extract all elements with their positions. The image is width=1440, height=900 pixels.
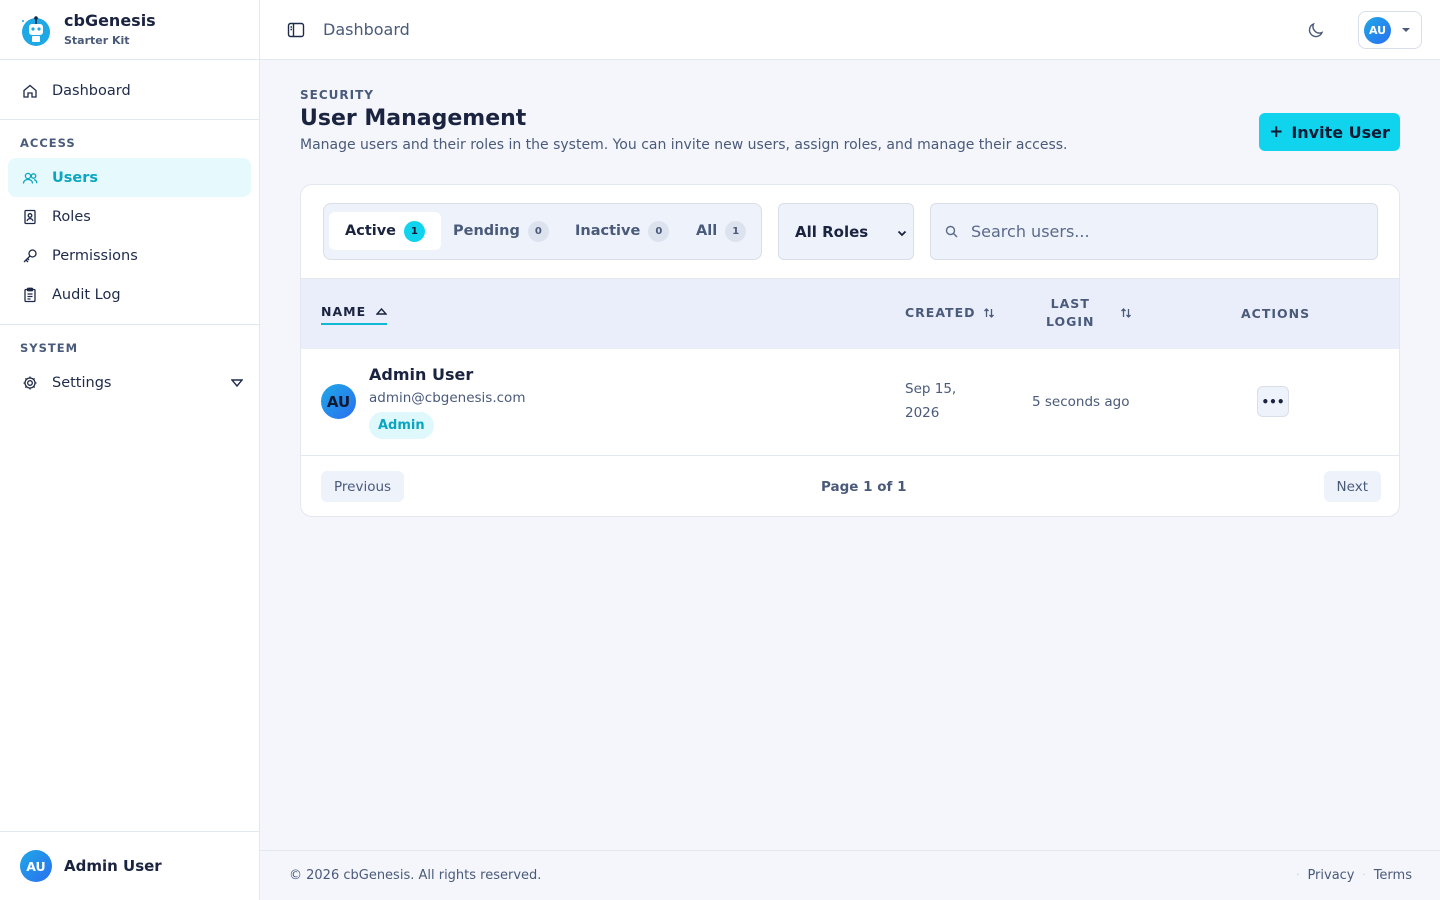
column-header-name[interactable]: NAME — [321, 304, 388, 325]
sidebar-toggle-icon[interactable] — [287, 21, 305, 39]
tab-count-badge: 0 — [648, 220, 670, 242]
search-icon — [945, 225, 958, 238]
top-header: Dashboard AU — [260, 0, 1440, 60]
copyright: © 2026 cbGenesis. All rights reserved. — [289, 868, 542, 883]
sidebar-item-label: Users — [52, 169, 99, 186]
tab-count-badge: 1 — [725, 220, 747, 242]
user-email: admin@cbgenesis.com — [369, 390, 526, 406]
moon-icon[interactable] — [1306, 20, 1326, 40]
brand[interactable]: cbGenesis Starter Kit — [0, 0, 259, 60]
row-actions-button[interactable]: ••• — [1257, 386, 1289, 417]
roles-icon — [24, 209, 36, 224]
sidebar-item-label: Roles — [52, 208, 91, 225]
footer-links: · Privacy · Terms — [1288, 868, 1412, 883]
column-header-label: LOGIN — [1046, 314, 1095, 329]
search-input[interactable] — [971, 222, 1351, 241]
column-header-created[interactable]: CREATED — [905, 305, 995, 320]
created-date-line: 2026 — [905, 405, 940, 421]
tab-inactive[interactable]: Inactive 0 — [575, 212, 670, 250]
sidebar-item-users[interactable]: Users — [8, 158, 251, 197]
avatar: AU — [1364, 16, 1391, 44]
tab-label: Inactive — [575, 223, 641, 239]
avatar: AU — [321, 384, 356, 419]
role-badge: Admin — [369, 412, 434, 439]
tab-count-badge: 0 — [527, 220, 549, 242]
brand-subtitle: Starter Kit — [64, 34, 130, 47]
separator-dot: · — [1362, 870, 1366, 881]
home-icon — [23, 84, 37, 98]
privacy-link[interactable]: Privacy — [1307, 868, 1354, 883]
robot-logo-icon — [22, 15, 50, 46]
sidebar-item-roles[interactable]: Roles — [8, 197, 251, 236]
brand-name: cbGenesis — [64, 11, 156, 30]
table-header: NAME CREATED LAST LOGIN ACTIONS — [301, 278, 1399, 349]
key-icon — [23, 248, 37, 262]
tab-pending[interactable]: Pending 0 — [453, 212, 549, 250]
column-header-label: LAST — [1050, 296, 1090, 311]
table-row[interactable]: AU Admin User admin@cbgenesis.com Admin … — [301, 349, 1399, 456]
users-icon — [22, 172, 38, 184]
role-filter-select[interactable]: All Roles — [778, 203, 914, 260]
sort-icon[interactable] — [1120, 307, 1132, 319]
page-eyebrow: SECURITY — [300, 88, 374, 102]
sidebar-item-dashboard[interactable]: Dashboard — [8, 71, 251, 110]
section-label-access: ACCESS — [20, 136, 76, 150]
invite-user-button[interactable]: + Invite User — [1259, 113, 1400, 151]
role-filter-value: All Roles — [795, 222, 869, 241]
sidebar-item-settings[interactable]: Settings — [8, 363, 251, 402]
previous-page-button[interactable]: Previous — [321, 471, 405, 502]
sidebar-user-name: Admin User — [64, 857, 162, 875]
terms-link[interactable]: Terms — [1374, 868, 1412, 883]
user-name[interactable]: Admin User — [369, 365, 473, 384]
sort-asc-icon — [376, 307, 388, 315]
plus-icon: + — [1269, 122, 1284, 142]
avatar: AU — [20, 850, 52, 882]
page-description: Manage users and their roles in the syst… — [300, 137, 1068, 153]
tab-label: Active — [345, 223, 397, 239]
last-login: 5 seconds ago — [1032, 394, 1130, 410]
sidebar-item-label: Permissions — [52, 247, 138, 264]
sidebar-item-permissions[interactable]: Permissions — [8, 236, 251, 275]
gear-icon — [23, 376, 37, 389]
sidebar-item-audit-log[interactable]: Audit Log — [8, 275, 251, 314]
clipboard-icon — [24, 287, 36, 302]
sidebar: cbGenesis Starter Kit Dashboard ACCESS U… — [0, 0, 260, 900]
page-header: SECURITY User Management Manage users an… — [300, 88, 1067, 153]
tab-all[interactable]: All 1 — [696, 212, 747, 250]
column-header-label: NAME — [321, 304, 367, 319]
search-field[interactable] — [930, 203, 1378, 260]
tab-label: Pending — [453, 223, 520, 239]
separator-dot: · — [1296, 870, 1300, 881]
created-date-line: Sep 15, — [905, 381, 957, 397]
tab-count-badge: 1 — [404, 220, 426, 242]
tab-label: All — [696, 223, 718, 239]
page-title: User Management — [300, 106, 527, 131]
next-page-button[interactable]: Next — [1323, 471, 1381, 502]
status-tabs: Active 1 Pending 0 Inactive 0 All 1 — [323, 203, 762, 260]
sidebar-item-label: Settings — [52, 374, 112, 391]
chevron-down-icon — [1402, 28, 1410, 32]
sort-icon — [984, 307, 995, 318]
section-label-system: SYSTEM — [20, 341, 79, 355]
column-header-label: CREATED — [905, 305, 976, 320]
caret-down-icon — [231, 378, 243, 387]
column-header-actions: ACTIONS — [1241, 306, 1311, 321]
footer: © 2026 cbGenesis. All rights reserved. ·… — [260, 850, 1440, 900]
page-breadcrumb: Dashboard — [323, 20, 410, 39]
page-info: Page 1 of 1 — [821, 479, 907, 495]
sidebar-user[interactable]: AU Admin User — [0, 831, 259, 900]
invite-user-label: Invite User — [1291, 122, 1390, 142]
created-date: Sep 15, 2026 — [905, 377, 985, 425]
tab-active[interactable]: Active 1 — [329, 212, 442, 250]
chevron-down-icon — [897, 230, 907, 237]
sidebar-item-label: Audit Log — [52, 286, 121, 303]
user-menu-button[interactable]: AU — [1358, 11, 1422, 49]
column-header-last-login[interactable]: LAST LOGIN — [1046, 295, 1095, 331]
users-card: Active 1 Pending 0 Inactive 0 All 1 All … — [300, 184, 1400, 517]
sidebar-item-label: Dashboard — [52, 82, 131, 99]
pagination: Previous Page 1 of 1 Next — [301, 457, 1399, 516]
